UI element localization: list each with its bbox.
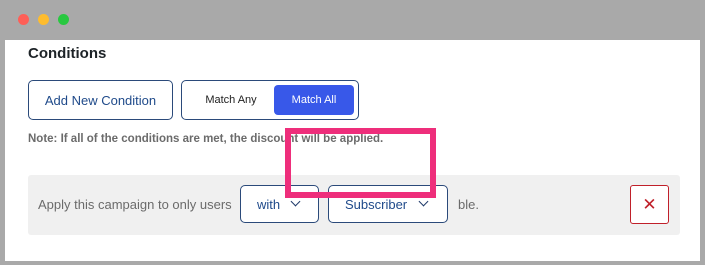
chevron-down-icon	[418, 196, 429, 207]
window-close-button[interactable]	[18, 14, 29, 25]
add-new-condition-button[interactable]: Add New Condition	[28, 80, 173, 120]
condition-prefix-text: Apply this campaign to only users	[38, 197, 232, 212]
window-minimize-button[interactable]	[38, 14, 49, 25]
match-any-option[interactable]: Match Any	[189, 85, 273, 115]
close-icon: ✕	[642, 194, 657, 214]
operator-select-value: with	[257, 197, 281, 212]
match-toggle: Match Any Match All	[181, 80, 359, 120]
condition-suffix-text: ble.	[458, 197, 479, 212]
window-maximize-button[interactable]	[58, 14, 69, 25]
value-select-value: Subscriber	[345, 197, 408, 212]
window-titlebar	[0, 0, 705, 40]
match-all-option[interactable]: Match All	[274, 85, 354, 115]
chevron-down-icon	[290, 196, 301, 207]
highlight-box	[285, 128, 436, 198]
section-title: Conditions	[28, 45, 107, 62]
delete-condition-button[interactable]: ✕	[630, 185, 669, 224]
